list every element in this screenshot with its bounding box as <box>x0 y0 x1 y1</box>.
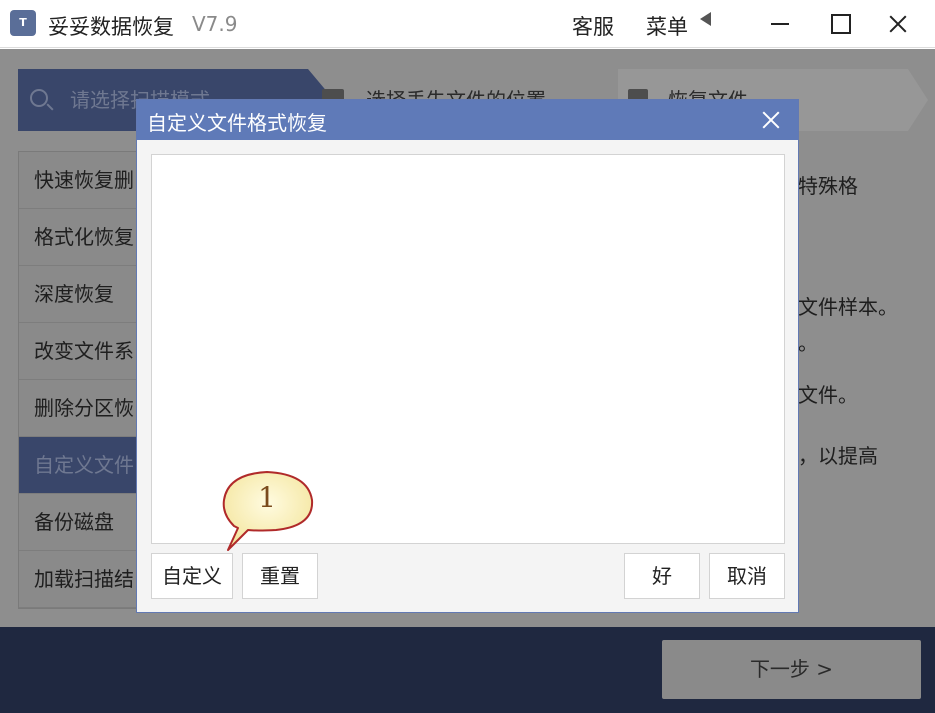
bottom-bar: 下一步 > <box>0 627 935 713</box>
reset-button[interactable]: 重置 <box>242 553 318 599</box>
menu-button[interactable]: 菜单 <box>646 11 688 41</box>
step-callout: 1 <box>216 468 318 554</box>
menu-arrow-icon[interactable] <box>700 12 711 26</box>
dialog-header: 自定义文件格式恢复 <box>137 100 798 140</box>
cancel-button[interactable]: 取消 <box>709 553 785 599</box>
app-title: 妥妥数据恢复 <box>48 15 174 39</box>
dialog-close-icon[interactable] <box>759 108 783 132</box>
minimize-button[interactable] <box>760 6 800 42</box>
description-text: 。 <box>798 331 818 355</box>
description-text: 特殊格 <box>798 174 858 198</box>
title-bar: T 妥妥数据恢复 V7.9 客服 菜单 <box>0 0 935 48</box>
ok-button[interactable]: 好 <box>624 553 700 599</box>
custom-button[interactable]: 自定义 <box>151 553 233 599</box>
description-text: 文件样本。 <box>798 295 898 319</box>
search-icon <box>30 89 48 107</box>
app-version: V7.9 <box>192 12 238 36</box>
dialog-title: 自定义文件格式恢复 <box>147 111 327 135</box>
customer-service-button[interactable]: 客服 <box>572 11 614 41</box>
close-window-button[interactable] <box>878 6 918 42</box>
app-logo-icon: T <box>10 10 36 36</box>
description-text: 文件。 <box>798 383 858 407</box>
description-text: ，以提高 <box>798 444 878 468</box>
next-step-button[interactable]: 下一步 > <box>662 640 921 699</box>
maximize-button[interactable] <box>820 6 860 42</box>
callout-number: 1 <box>258 481 276 514</box>
